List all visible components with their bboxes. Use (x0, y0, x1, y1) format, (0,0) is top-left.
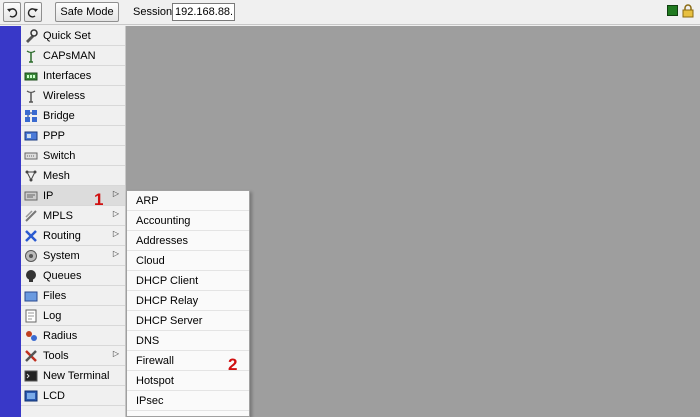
log-icon (25, 309, 37, 322)
menu-item-label: System (43, 249, 80, 262)
sidebar-strip (0, 26, 21, 417)
menu-item-label: Queues (43, 269, 82, 282)
mpls-icon (25, 209, 37, 222)
menu-item-capsman[interactable]: CAPsMAN (21, 46, 125, 66)
menu-item-label: CAPsMAN (43, 49, 96, 62)
menu-item-new-terminal[interactable]: New Terminal (21, 366, 125, 386)
lcd-icon (24, 390, 38, 401)
menu-item-quick-set[interactable]: Quick Set (21, 26, 125, 46)
menu-item-label: PPP (43, 129, 66, 142)
submenu-item-dns[interactable]: DNS (127, 331, 249, 351)
lock-icon (682, 4, 694, 18)
submenu-item-dhcp-client[interactable]: DHCP Client (127, 271, 249, 291)
annotation-1: 1 (94, 190, 104, 209)
menu-item-tools[interactable]: Tools ▷ (21, 346, 125, 366)
session-input[interactable] (172, 3, 235, 21)
menu-item-label: Bridge (43, 109, 75, 122)
menu-item-label: Log (43, 309, 62, 322)
submenu-item-addresses[interactable]: Addresses (127, 231, 249, 251)
redo-button[interactable] (24, 2, 42, 22)
quick-set-icon (26, 28, 38, 43)
ip-submenu: ARP Accounting Addresses Cloud DHCP Clie… (126, 190, 250, 417)
menu-item-ip[interactable]: IP ▷ (21, 186, 125, 206)
menu-item-label: MPLS (43, 209, 73, 222)
menu-item-lcd[interactable]: LCD (21, 386, 125, 406)
switch-icon (24, 152, 38, 159)
menu-item-switch[interactable]: Switch (21, 146, 125, 166)
submenu-item-cloud[interactable]: Cloud (127, 251, 249, 271)
submenu-arrow-icon: ▷ (112, 209, 119, 218)
submenu-item-accounting[interactable]: Accounting (127, 211, 249, 231)
submenu-item-ipsec[interactable]: IPsec (127, 391, 249, 411)
interfaces-icon (24, 72, 38, 80)
menu-item-label: New Terminal (43, 369, 110, 382)
undo-button[interactable] (3, 2, 21, 22)
menu-item-system[interactable]: System ▷ (21, 246, 125, 266)
menu-item-log[interactable]: Log (21, 306, 125, 326)
terminal-icon (24, 370, 38, 381)
menu-item-interfaces[interactable]: Interfaces (21, 66, 125, 86)
main-menu: Quick Set CAPsMAN Interfaces Wireless Br… (21, 26, 126, 417)
toolbar: Safe Mode Session: (0, 0, 700, 25)
annotation-2: 2 (228, 355, 238, 374)
menu-item-label: Tools (43, 349, 69, 362)
status-indicator (667, 5, 678, 16)
menu-item-wireless[interactable]: Wireless (21, 86, 125, 106)
menu-item-files[interactable]: Files (21, 286, 125, 306)
menu-item-mesh[interactable]: Mesh (21, 166, 125, 186)
session-label: Session: (133, 6, 176, 18)
menu-item-routing[interactable]: Routing ▷ (21, 226, 125, 246)
menu-item-radius[interactable]: Radius (21, 326, 125, 346)
submenu-item-dhcp-relay[interactable]: DHCP Relay (127, 291, 249, 311)
mesh-icon (25, 170, 37, 181)
bridge-icon (25, 109, 37, 122)
capsman-icon (26, 49, 36, 63)
submenu-item-arp[interactable]: ARP (127, 191, 249, 211)
menu-item-label: Quick Set (43, 29, 91, 42)
wireless-icon (26, 89, 36, 103)
menu-item-queues[interactable]: Queues (21, 266, 125, 286)
routing-icon (25, 229, 37, 242)
menu-item-label: Mesh (43, 169, 70, 182)
menu-item-bridge[interactable]: Bridge (21, 106, 125, 126)
menu-item-label: IP (43, 189, 54, 202)
submenu-arrow-icon: ▷ (112, 189, 119, 198)
radius-icon (26, 330, 37, 341)
menu-item-mpls[interactable]: MPLS ▷ (21, 206, 125, 226)
menu-item-label: Wireless (43, 89, 86, 102)
menu-item-label: Radius (43, 329, 78, 342)
ip-icon (24, 191, 38, 200)
tools-icon (25, 349, 37, 362)
menu-item-label: Interfaces (43, 69, 92, 82)
system-icon (25, 249, 37, 262)
menu-item-label: Routing (43, 229, 81, 242)
menu-item-ppp[interactable]: PPP (21, 126, 125, 146)
submenu-arrow-icon: ▷ (112, 229, 119, 238)
ppp-icon (24, 131, 38, 140)
menu-item-label: LCD (43, 389, 66, 402)
submenu-item-dhcp-server[interactable]: DHCP Server (127, 311, 249, 331)
menu-item-label: Switch (43, 149, 76, 162)
undo-icon (7, 8, 18, 18)
queues-icon (26, 269, 36, 282)
menu-item-label: Files (43, 289, 67, 302)
files-icon (24, 291, 38, 301)
safe-mode-button[interactable]: Safe Mode (55, 2, 119, 22)
submenu-arrow-icon: ▷ (112, 249, 119, 258)
redo-icon (27, 8, 38, 18)
submenu-arrow-icon: ▷ (112, 349, 119, 358)
